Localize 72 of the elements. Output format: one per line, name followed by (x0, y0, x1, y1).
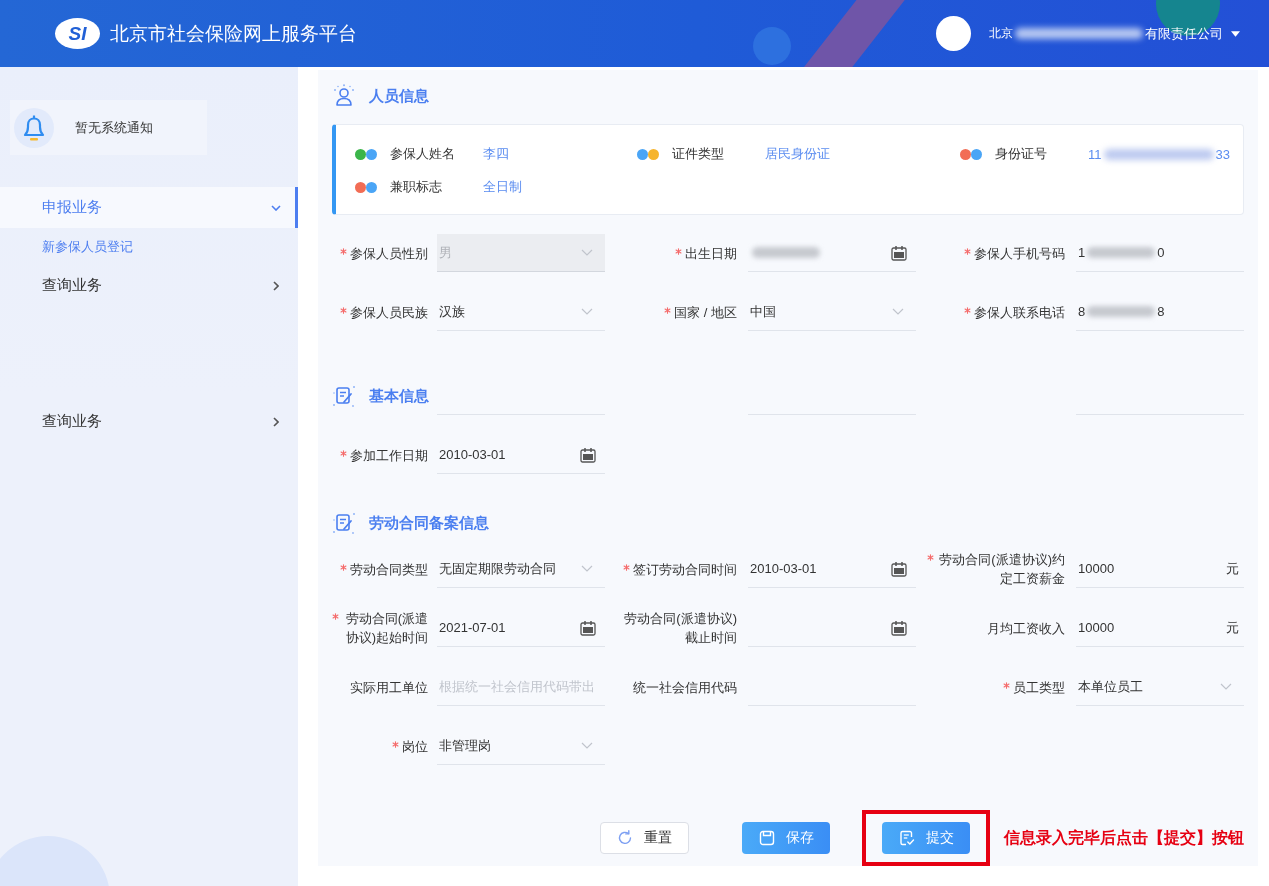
amount-field[interactable]: 10000 元 (1076, 550, 1244, 588)
input-field[interactable]: 1 0 (1076, 234, 1244, 272)
field-label: 劳动合同(派遣协议)约定工资薪金 (938, 551, 1065, 588)
chevron-right-icon[interactable] (273, 416, 279, 427)
field-label: 员工类型 (1013, 678, 1065, 697)
chevron-down-icon[interactable] (581, 565, 593, 572)
chevron-down-icon[interactable] (892, 308, 904, 315)
field-label: 劳动合同(派遣协议)截止时间 (623, 610, 737, 647)
field-label: 国家 / 地区 (674, 303, 737, 322)
section-title: 基本信息 (369, 386, 429, 406)
menu-item[interactable]: 查询业务 (0, 401, 298, 442)
chevron-right-icon[interactable] (273, 280, 279, 291)
field-label: 岗位 (402, 737, 428, 756)
annotation-text: 信息录入完毕后点击【提交】按钮 (1004, 827, 1244, 848)
field-label: 参保人联系电话 (974, 303, 1065, 322)
field-label: 参保人员民族 (350, 303, 428, 322)
document-edit-icon (332, 384, 356, 408)
document-edit-icon (332, 511, 356, 535)
info-label: 兼职标志 (390, 178, 443, 196)
select-field[interactable]: 中国 (748, 293, 916, 331)
info-value: 11 (1088, 146, 1102, 162)
chevron-down-icon[interactable] (581, 308, 593, 315)
avatar-icon[interactable] (936, 16, 971, 51)
calendar-icon[interactable] (891, 244, 907, 261)
date-field[interactable]: 2021-07-01 (437, 609, 605, 647)
select-field[interactable]: 本单位员工 (1076, 668, 1244, 706)
amount-field[interactable]: 10000 元 (1076, 609, 1244, 647)
menu-item[interactable]: 查询业务 (0, 265, 298, 306)
account-name[interactable]: 北京 (989, 25, 1013, 42)
chevron-down-icon[interactable] (271, 204, 281, 211)
menu-item[interactable]: 申报业务 (0, 187, 298, 228)
site-logo[interactable]: SI (55, 18, 100, 49)
field-label: 参加工作日期 (350, 446, 428, 465)
info-value: 李四 (483, 145, 509, 163)
field-label: 月均工资收入 (987, 619, 1065, 638)
notice-text: 暂无系统通知 (75, 118, 153, 137)
section-title: 劳动合同备案信息 (369, 513, 489, 533)
field-label: 签订劳动合同时间 (633, 560, 737, 579)
field-label: 参保人员性别 (350, 244, 428, 263)
bell-icon (14, 107, 54, 148)
field-label: 劳动合同(派遣协议)起始时间 (344, 610, 428, 647)
input-field[interactable]: 8 8 (1076, 293, 1244, 331)
calendar-icon[interactable] (891, 560, 907, 577)
info-label: 参保人姓名 (390, 145, 456, 163)
info-label: 身份证号 (995, 145, 1048, 163)
info-value: 33 (1215, 146, 1230, 162)
date-field[interactable]: 2010-03-01 (437, 436, 605, 474)
site-title: 北京市社会保险网上服务平台 (110, 21, 357, 46)
field-label: 实际用工单位 (350, 678, 428, 697)
account-name[interactable]: 有限责任公司 (1145, 24, 1223, 43)
calendar-icon[interactable] (891, 619, 907, 636)
select-field[interactable]: 非管理岗 (437, 727, 605, 765)
caret-down-icon[interactable] (1231, 30, 1240, 37)
select-field[interactable]: 无固定期限劳动合同 (437, 550, 605, 588)
field-label: 参保人手机号码 (974, 244, 1065, 263)
info-value: 居民身份证 (765, 145, 830, 163)
info-value: 全日制 (483, 178, 522, 196)
field-label: 出生日期 (685, 244, 737, 263)
calendar-icon[interactable] (580, 619, 596, 636)
person-icon (332, 84, 356, 108)
date-field[interactable]: 2010-03-01 (748, 550, 916, 588)
info-label: 证件类型 (672, 145, 725, 163)
refresh-icon (617, 830, 633, 846)
chevron-down-icon[interactable] (1220, 683, 1232, 690)
section-title: 人员信息 (369, 86, 429, 106)
select-field[interactable]: 汉族 (437, 293, 605, 331)
calendar-icon[interactable] (580, 446, 596, 463)
reset-button[interactable]: 重置 (600, 822, 689, 854)
field-label: 劳动合同类型 (350, 560, 428, 579)
document-check-icon (898, 830, 915, 846)
field-label: 统一社会信用代码 (633, 678, 737, 697)
chevron-down-icon[interactable] (581, 742, 593, 749)
